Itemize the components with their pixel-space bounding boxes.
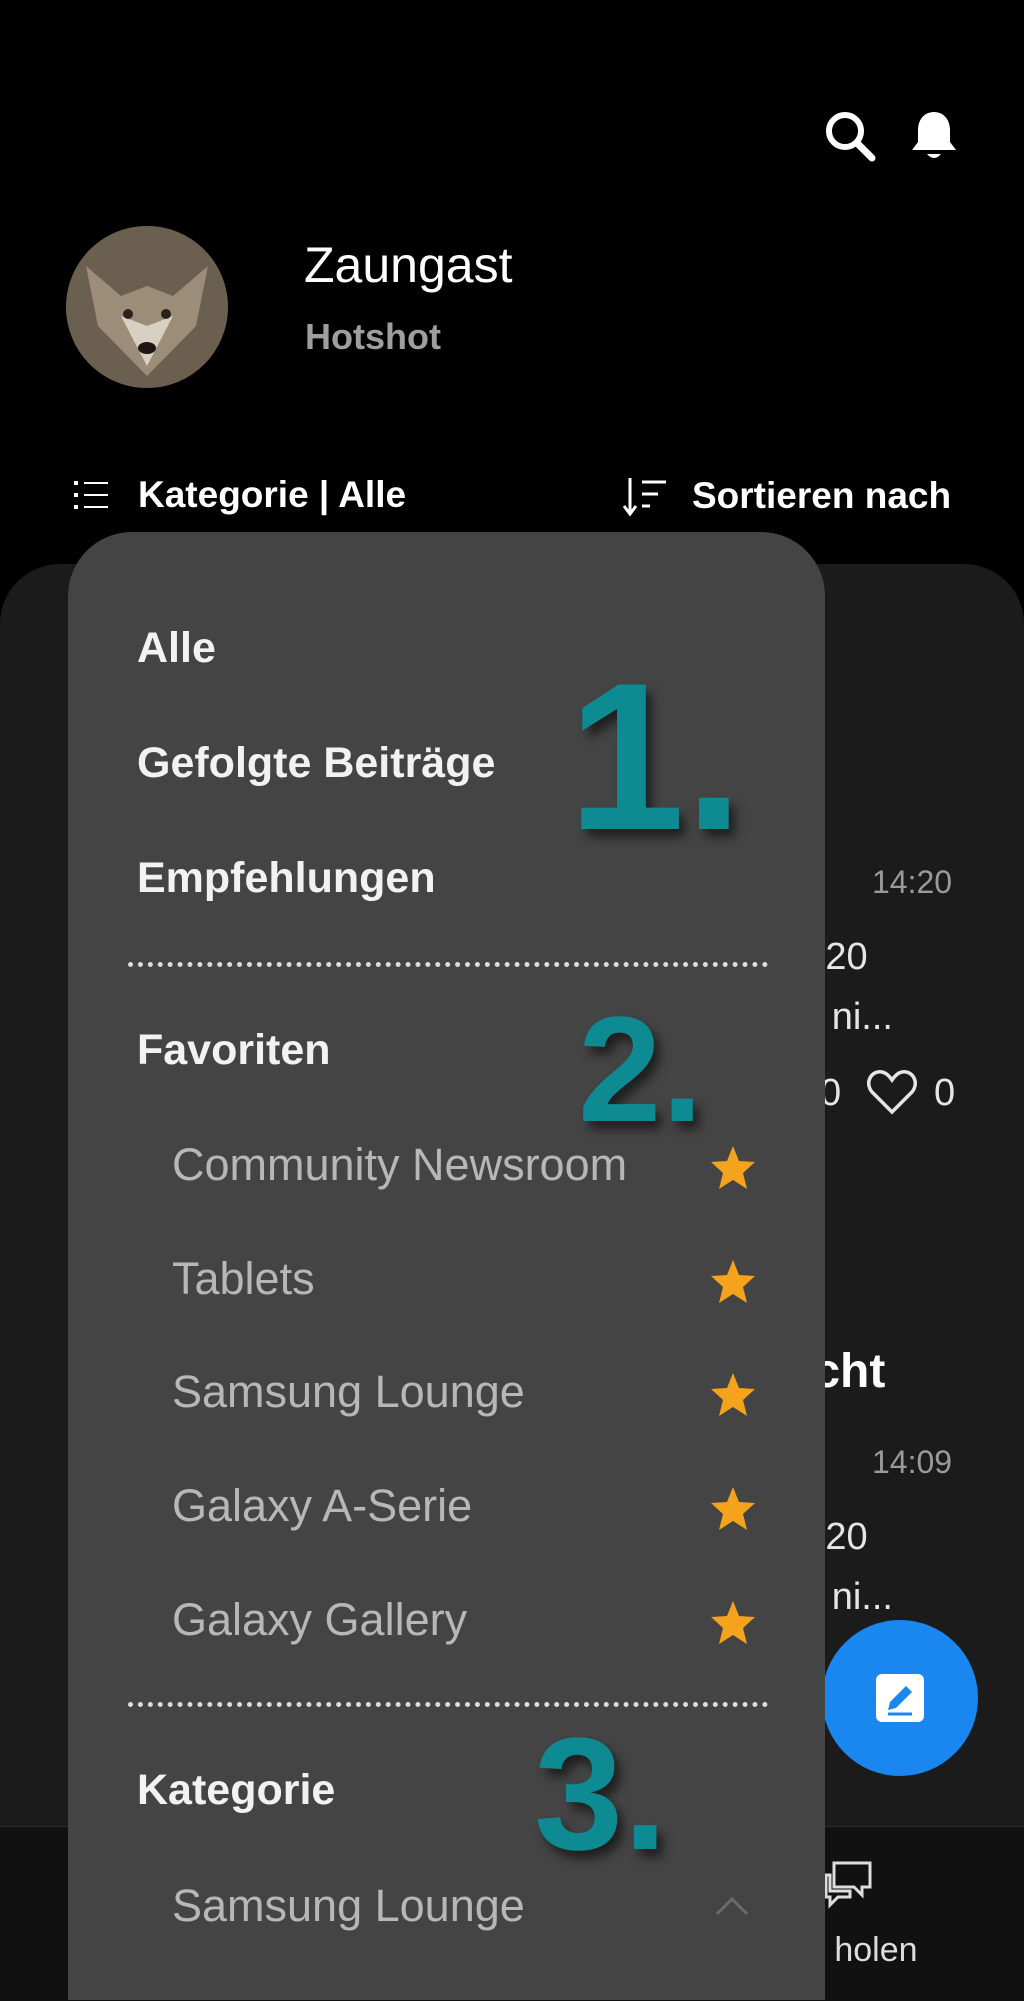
sort-button[interactable]: Sortieren nach <box>622 474 951 518</box>
post-time: 14:20 <box>872 864 953 900</box>
chevron-up-icon[interactable] <box>714 1892 750 1918</box>
category-dropdown-menu: Alle Gefolgte Beiträge Empfehlungen Favo… <box>68 532 825 2000</box>
sort-label: Sortieren nach <box>692 475 952 516</box>
star-icon[interactable] <box>708 1598 758 1648</box>
divider <box>128 1702 768 1707</box>
category-header: Kategorie <box>137 1766 336 1814</box>
star-icon[interactable] <box>708 1370 758 1420</box>
category-item-samsung-lounge[interactable]: Samsung Lounge <box>172 1880 525 1932</box>
post-time: 14:09 <box>872 1444 953 1480</box>
star-icon[interactable] <box>708 1484 758 1534</box>
star-icon[interactable] <box>708 1143 758 1193</box>
category-filter-label: Kategorie | Alle <box>138 474 407 515</box>
annotation-number: 2. <box>578 985 704 1153</box>
annotation-number: 3. <box>534 1704 668 1883</box>
compose-button[interactable] <box>822 1620 978 1776</box>
favorite-item-community-newsroom[interactable]: Community Newsroom <box>172 1139 627 1191</box>
chat-icon[interactable] <box>820 1857 876 1913</box>
avatar[interactable] <box>66 226 228 388</box>
star-icon[interactable] <box>708 1257 758 1307</box>
category-filter-button[interactable]: Kategorie | Alle <box>72 474 406 516</box>
list-icon <box>72 475 112 515</box>
search-icon[interactable] <box>822 108 878 164</box>
menu-item-recommendations[interactable]: Empfehlungen <box>137 854 436 903</box>
favorite-item-galaxy-a-serie[interactable]: Galaxy A-Serie <box>172 1480 472 1532</box>
like-count: 0 <box>934 1072 956 1114</box>
profile-rank: Hotshot <box>305 316 441 357</box>
menu-item-followed-posts[interactable]: Gefolgte Beiträge <box>137 739 495 788</box>
favorites-header: Favoriten <box>137 1026 331 1074</box>
favorite-item-tablets[interactable]: Tablets <box>172 1253 315 1305</box>
menu-item-all[interactable]: Alle <box>137 624 216 673</box>
sort-icon <box>622 474 670 518</box>
compose-icon <box>872 1670 928 1726</box>
profile-name: Zaungast <box>304 237 513 293</box>
annotation-number: 1. <box>568 639 744 874</box>
heart-icon[interactable] <box>866 1068 918 1116</box>
divider <box>128 962 768 967</box>
favorite-item-galaxy-gallery[interactable]: Galaxy Gallery <box>172 1594 467 1646</box>
favorite-item-samsung-lounge[interactable]: Samsung Lounge <box>172 1366 525 1418</box>
bell-icon[interactable] <box>906 108 962 164</box>
